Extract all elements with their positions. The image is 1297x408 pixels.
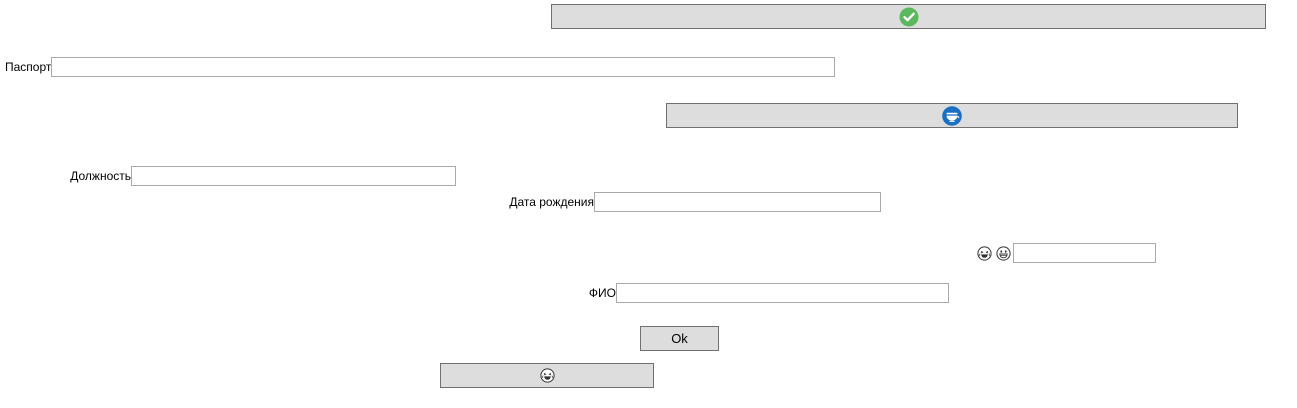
fio-field[interactable] (616, 283, 949, 303)
emoji-field[interactable] (1013, 243, 1156, 263)
position-field[interactable] (131, 166, 456, 186)
ok-button[interactable]: Ok (640, 326, 719, 351)
emoji-button[interactable] (440, 363, 654, 388)
passport-label: Паспорт (5, 60, 52, 74)
position-label: Должность (70, 169, 131, 183)
fio-label: ФИО (588, 286, 616, 300)
birthdate-label: Дата рождения (509, 195, 594, 209)
grinning-face-icon (996, 245, 1011, 261)
birthdate-field[interactable] (594, 192, 881, 212)
laughing-face-icon (539, 368, 555, 383)
passport-field[interactable] (51, 57, 835, 77)
confirm-button[interactable] (551, 4, 1266, 29)
laughing-face-icon (977, 245, 992, 261)
ok-button-label: Ok (671, 331, 688, 346)
check-circle-icon (899, 7, 919, 27)
bowl-icon (942, 105, 962, 126)
emoji-label (977, 245, 1013, 261)
bowl-button[interactable] (666, 103, 1238, 128)
